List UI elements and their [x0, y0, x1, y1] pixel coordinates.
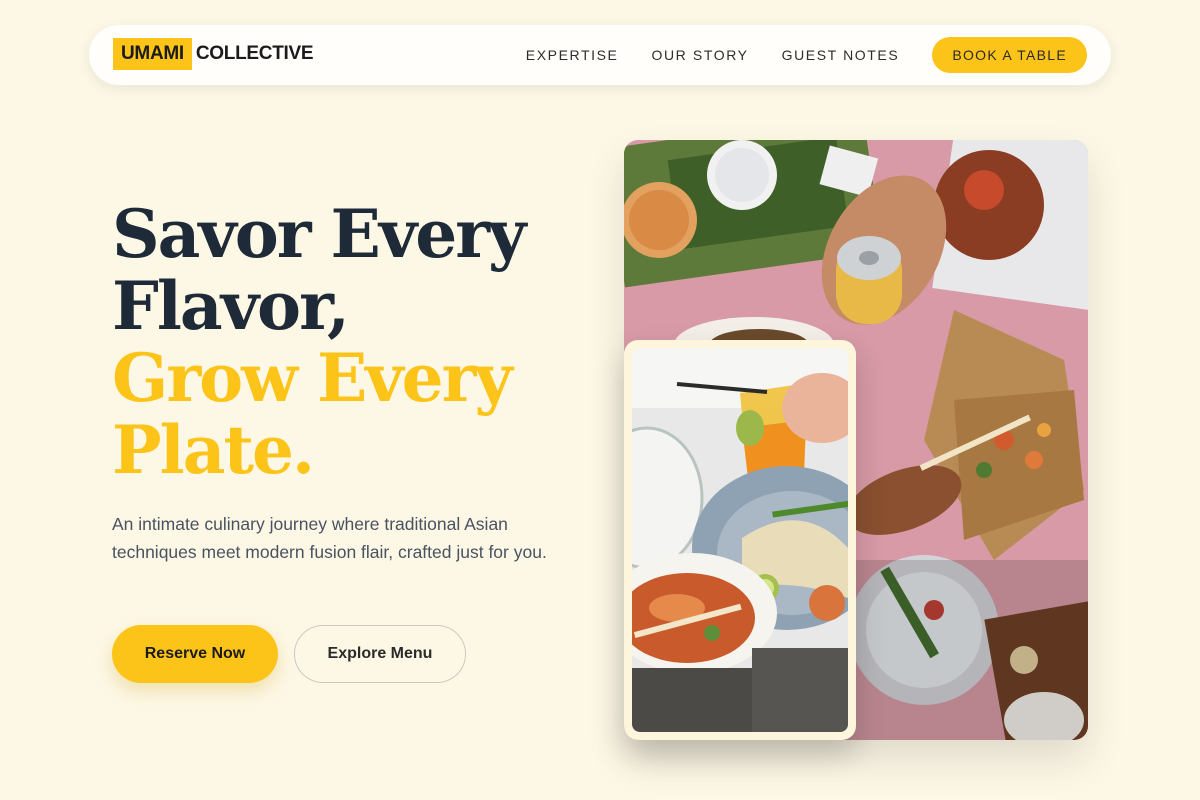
nav-link-guest-notes[interactable]: GUEST NOTES: [782, 37, 900, 73]
hero-photo-inset: [624, 340, 856, 740]
book-table-button[interactable]: BOOK A TABLE: [932, 37, 1087, 73]
soup-drink-illustration: [632, 348, 848, 732]
headline-accent-line-2: Plate.: [112, 411, 315, 489]
explore-menu-button[interactable]: Explore Menu: [294, 625, 466, 683]
headline-line-1: Savor Every: [112, 195, 526, 273]
inset-photo-frame: [632, 348, 848, 732]
top-navbar: UMAMI COLLECTIVE EXPERTISE OUR STORY GUE…: [89, 25, 1111, 85]
nav-link-our-story[interactable]: OUR STORY: [651, 37, 748, 73]
reserve-now-button[interactable]: Reserve Now: [112, 625, 278, 683]
brand-highlight: UMAMI: [113, 38, 192, 70]
brand-logo[interactable]: UMAMI COLLECTIVE: [113, 38, 314, 70]
hero-description: An intimate culinary journey where tradi…: [112, 514, 547, 562]
nav-link-expertise[interactable]: EXPERTISE: [526, 37, 619, 73]
headline-line-2: Flavor,: [112, 267, 350, 345]
hero-headline: Savor Every Flavor, Grow Every Plate.: [112, 195, 526, 489]
brand-name: COLLECTIVE: [195, 43, 314, 64]
headline-accent-line-1: Grow Every: [112, 339, 513, 417]
nav-links: EXPERTISE OUR STORY GUEST NOTES BOOK A T…: [526, 37, 1087, 73]
